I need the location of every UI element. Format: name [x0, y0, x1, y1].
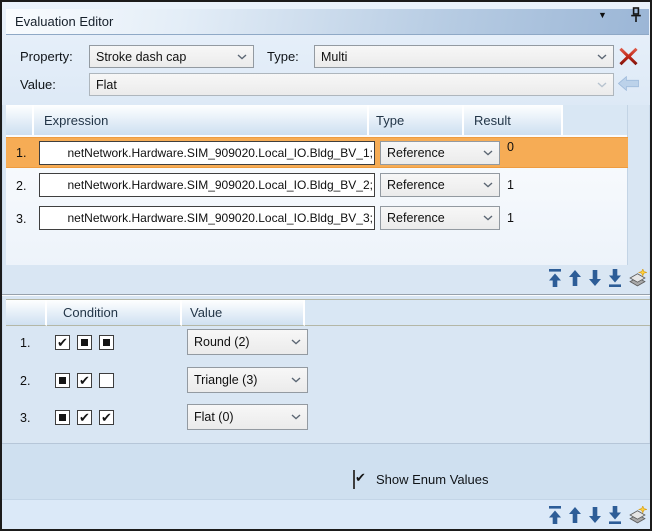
- back-arrow-icon: [618, 76, 639, 91]
- expression-row-3[interactable]: 3. netNetwork.Hardware.SIM_909020.Local_…: [6, 203, 628, 234]
- expression-grid: Expression Type Result 1. netNetwork.Har…: [6, 105, 628, 265]
- property-dropdown-value: Stroke dash cap: [96, 50, 186, 64]
- expression-type-value: Reference: [387, 146, 445, 160]
- expression-type-value: Reference: [387, 211, 445, 225]
- expression-input[interactable]: netNetwork.Hardware.SIM_909020.Local_IO.…: [39, 206, 375, 230]
- move-top-icon[interactable]: [548, 506, 562, 524]
- expression-row-1[interactable]: 1. netNetwork.Hardware.SIM_909020.Local_…: [6, 137, 628, 168]
- type-dropdown[interactable]: Multi: [314, 45, 614, 68]
- condition-checkbox-1[interactable]: [55, 335, 70, 350]
- value-label: Value:: [20, 77, 56, 93]
- column-header-filler: [305, 300, 650, 326]
- column-header-result[interactable]: Result: [464, 105, 563, 135]
- condition-value: Flat (0): [194, 410, 234, 424]
- condition-value-dropdown[interactable]: Flat (0): [187, 404, 308, 430]
- condition-checkbox-3[interactable]: [99, 410, 114, 425]
- column-header-type[interactable]: Type: [369, 105, 464, 135]
- column-header-filler: [563, 105, 627, 135]
- condition-value: Triangle (3): [194, 373, 257, 387]
- condition-checkboxes: [55, 410, 114, 425]
- condition-checkbox-2[interactable]: [77, 373, 92, 388]
- condition-row-2[interactable]: 2. Triangle (3): [6, 365, 650, 396]
- column-header-value[interactable]: Value: [182, 300, 305, 326]
- expression-text: netNetwork.Hardware.SIM_909020.Local_IO.…: [67, 146, 373, 160]
- expression-type-dropdown[interactable]: Reference: [380, 141, 500, 165]
- row-number: 1.: [16, 146, 26, 160]
- condition-checkboxes: [55, 373, 114, 388]
- layers-icon[interactable]: [628, 269, 647, 288]
- move-bottom-icon[interactable]: [608, 269, 622, 287]
- move-up-icon[interactable]: [568, 269, 582, 287]
- window-menu-arrow-icon[interactable]: ▼: [598, 10, 607, 20]
- property-dropdown[interactable]: Stroke dash cap: [89, 45, 254, 68]
- title-bar: Evaluation Editor: [6, 9, 649, 35]
- layers-icon[interactable]: [628, 506, 647, 525]
- condition-checkbox-2[interactable]: [77, 410, 92, 425]
- move-down-icon[interactable]: [588, 506, 602, 524]
- chevron-down-icon-disabled: [597, 82, 607, 88]
- move-down-icon[interactable]: [588, 269, 602, 287]
- condition-row-3[interactable]: 3. Flat (0): [6, 402, 650, 433]
- expression-row-2[interactable]: 2. netNetwork.Hardware.SIM_909020.Local_…: [6, 170, 628, 201]
- value-dropdown[interactable]: Flat: [89, 73, 614, 96]
- property-label: Property:: [20, 49, 73, 65]
- chevron-down-icon: [237, 54, 247, 60]
- condition-value: Round (2): [194, 335, 250, 349]
- expression-toolbar: [548, 266, 647, 290]
- condition-checkbox-3[interactable]: [99, 373, 114, 388]
- value-dropdown-value: Flat: [96, 78, 117, 92]
- show-enum-values-label: Show Enum Values: [376, 472, 489, 487]
- expression-type-dropdown[interactable]: Reference: [380, 206, 500, 230]
- row-header-corner: [6, 105, 34, 135]
- expression-input[interactable]: netNetwork.Hardware.SIM_909020.Local_IO.…: [39, 141, 375, 165]
- row-number: 3.: [16, 212, 26, 226]
- row-number: 2.: [16, 179, 26, 193]
- column-header-expression[interactable]: Expression: [34, 105, 369, 135]
- evaluation-editor-panel: Evaluation Editor ▼ Property: Stroke das…: [0, 0, 652, 531]
- chevron-down-icon: [483, 150, 493, 156]
- show-enum-values-checkbox[interactable]: [353, 470, 355, 489]
- column-header-condition[interactable]: Condition: [47, 300, 182, 326]
- condition-checkbox-1[interactable]: [55, 373, 70, 388]
- condition-checkboxes: [55, 335, 114, 350]
- condition-grid-header: Condition Value: [6, 299, 650, 325]
- section-divider: [2, 294, 652, 296]
- condition-value-dropdown[interactable]: Triangle (3): [187, 367, 308, 393]
- row-header-corner: [6, 300, 47, 326]
- condition-row-1[interactable]: 1. Round (2): [6, 327, 650, 358]
- condition-checkbox-1[interactable]: [55, 410, 70, 425]
- condition-toolbar: [548, 503, 647, 527]
- expression-text: netNetwork.Hardware.SIM_909020.Local_IO.…: [67, 211, 373, 225]
- expression-input[interactable]: netNetwork.Hardware.SIM_909020.Local_IO.…: [39, 173, 375, 197]
- condition-value-dropdown[interactable]: Round (2): [187, 329, 308, 355]
- expression-type-value: Reference: [387, 178, 445, 192]
- chevron-down-icon: [483, 182, 493, 188]
- move-bottom-icon[interactable]: [608, 506, 622, 524]
- delete-icon[interactable]: [618, 46, 639, 67]
- condition-checkbox-3[interactable]: [99, 335, 114, 350]
- type-dropdown-value: Multi: [321, 50, 347, 64]
- pin-icon[interactable]: [630, 7, 642, 23]
- move-top-icon[interactable]: [548, 269, 562, 287]
- footer-band: [2, 443, 652, 499]
- chevron-down-icon: [291, 414, 301, 420]
- row-number: 3.: [20, 411, 30, 425]
- type-label: Type:: [267, 49, 299, 65]
- chevron-down-icon: [483, 215, 493, 221]
- expression-text: netNetwork.Hardware.SIM_909020.Local_IO.…: [67, 178, 373, 192]
- move-up-icon[interactable]: [568, 506, 582, 524]
- row-number: 2.: [20, 374, 30, 388]
- result-value: 1: [507, 211, 514, 225]
- row-number: 1.: [20, 336, 30, 350]
- expression-grid-header: Expression Type Result: [6, 105, 627, 135]
- condition-checkbox-2[interactable]: [77, 335, 92, 350]
- result-value: 0: [507, 140, 514, 154]
- chevron-down-icon: [597, 54, 607, 60]
- chevron-down-icon: [291, 377, 301, 383]
- panel-title: Evaluation Editor: [6, 14, 113, 29]
- chevron-down-icon: [291, 339, 301, 345]
- expression-type-dropdown[interactable]: Reference: [380, 173, 500, 197]
- result-value: 1: [507, 178, 514, 192]
